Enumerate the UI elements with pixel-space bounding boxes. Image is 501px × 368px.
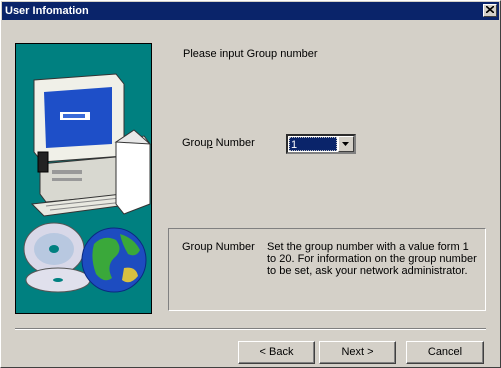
dialog-window: User Infomation Please input Group numbe… (0, 0, 501, 368)
cd-disc-icon (23, 222, 91, 293)
next-button[interactable]: Next > (319, 341, 396, 364)
dropdown-button[interactable] (338, 136, 354, 152)
help-title: Group Number (182, 241, 255, 253)
close-button[interactable] (483, 4, 497, 17)
help-box: Group Number Set the group number with a… (168, 228, 486, 311)
separator (15, 328, 486, 330)
close-icon (486, 6, 494, 13)
group-number-select[interactable]: 1 (286, 134, 356, 154)
help-text: Set the group number with a value form 1… (267, 241, 477, 277)
globe-icon (81, 227, 147, 293)
computer-monitor-icon (33, 73, 125, 163)
cancel-button[interactable]: Cancel (406, 341, 484, 364)
group-number-value: 1 (289, 137, 337, 151)
back-button[interactable]: < Back (238, 341, 315, 364)
speaker-icon (37, 151, 49, 173)
window-title: User Infomation (5, 5, 89, 17)
package-box-icon (114, 129, 151, 215)
wizard-illustration (15, 43, 152, 314)
title-bar[interactable]: User Infomation (2, 2, 499, 20)
instruction-text: Please input Group number (183, 48, 318, 60)
chevron-down-icon (342, 142, 349, 146)
group-number-label: Group Number (182, 137, 255, 149)
